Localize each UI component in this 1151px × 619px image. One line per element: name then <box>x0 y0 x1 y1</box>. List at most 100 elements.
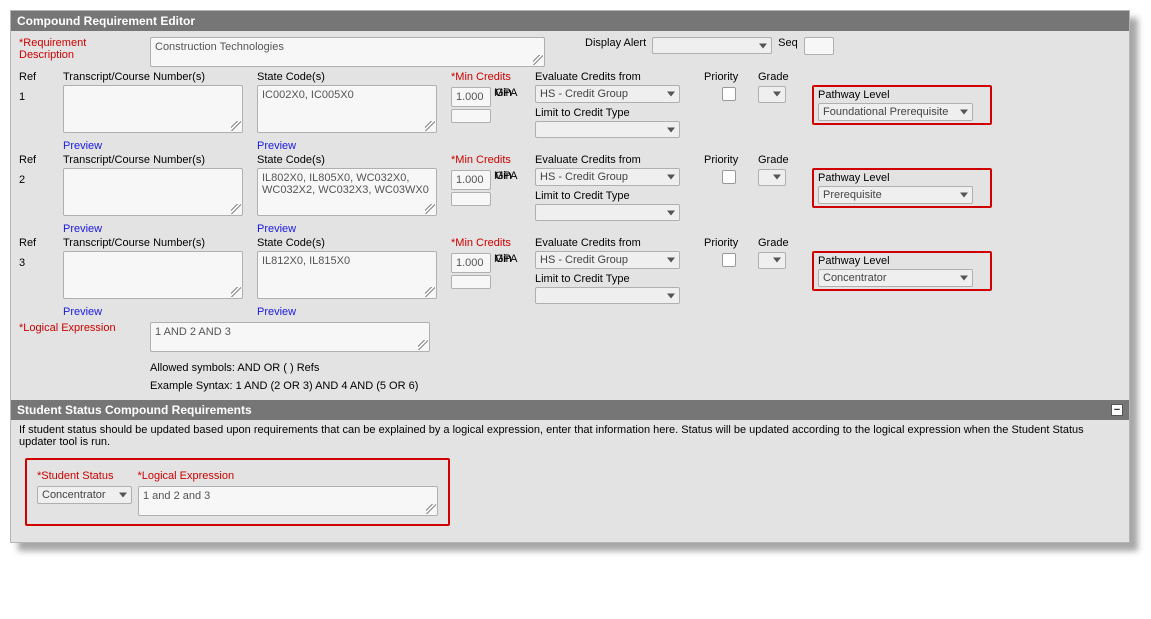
st-input-3[interactable]: IL812X0, IL815X0 <box>257 251 437 299</box>
seq-label: Seq <box>778 37 798 49</box>
preview-link-2b[interactable]: Preview <box>257 223 447 235</box>
col-ec: Evaluate Credits from <box>535 71 700 83</box>
editor-header: Compound Requirement Editor <box>11 11 1129 31</box>
chevron-down-icon <box>773 175 781 180</box>
gpa-input-3[interactable] <box>451 275 491 289</box>
ref-1: 1 <box>19 85 59 103</box>
pl-label-1: Pathway Level <box>818 89 986 101</box>
resize-handle-icon[interactable] <box>425 287 435 297</box>
grade-select-2[interactable] <box>758 169 786 186</box>
col-pr-3: Priority <box>704 237 754 249</box>
pathway-highlight-1: Pathway Level Foundational Prerequisite <box>812 85 992 125</box>
st-input-1[interactable]: IC002X0, IC005X0 <box>257 85 437 133</box>
status-desc: If student status should be updated base… <box>11 420 1129 452</box>
seq-input[interactable] <box>804 37 834 55</box>
ec-select-3[interactable]: HS - Credit Group <box>535 251 680 269</box>
preview-link-1b[interactable]: Preview <box>257 140 447 152</box>
resize-handle-icon[interactable] <box>425 121 435 131</box>
pathway-highlight-2: Pathway Level Prerequisite <box>812 168 992 208</box>
preview-link-3b[interactable]: Preview <box>257 306 447 318</box>
ref-3: 3 <box>19 251 59 269</box>
req-desc-label: *Requirement Description <box>19 37 144 61</box>
col-tc-2: Transcript/Course Number(s) <box>63 154 253 166</box>
col-st-2: State Code(s) <box>257 154 447 166</box>
st-input-2[interactable]: IL802X0, IL805X0, WC032X0, WC032X2, WC03… <box>257 168 437 216</box>
preview-link-2a[interactable]: Preview <box>63 223 253 235</box>
gpa-label-1: GPA <box>495 87 521 99</box>
chevron-down-icon <box>667 258 675 263</box>
tc-input-1[interactable] <box>63 85 243 133</box>
grade-select-3[interactable] <box>758 252 786 269</box>
col-gr: Grade <box>758 71 808 83</box>
col-ec-3: Evaluate Credits from <box>535 237 700 249</box>
collapse-icon[interactable]: − <box>1111 404 1123 416</box>
col-st: State Code(s) <box>257 71 447 83</box>
pathway-select-2[interactable]: Prerequisite <box>818 186 973 204</box>
pathway-highlight-3: Pathway Level Concentrator <box>812 251 992 291</box>
resize-handle-icon[interactable] <box>426 504 436 514</box>
preview-link-1a[interactable]: Preview <box>63 140 253 152</box>
status-logical-expr-input[interactable]: 1 and 2 and 3 <box>138 486 438 516</box>
ec-select-2[interactable]: HS - Credit Group <box>535 168 680 186</box>
lct-select-2[interactable] <box>535 204 680 221</box>
resize-handle-icon[interactable] <box>533 55 543 65</box>
gpa-input-1[interactable] <box>451 109 491 123</box>
min-credits-2[interactable]: 1.000 <box>451 170 491 190</box>
col-mc-2: *Min Credits <box>451 154 531 166</box>
col-tc: Transcript/Course Number(s) <box>63 71 253 83</box>
student-status-label: *Student Status <box>37 470 113 482</box>
chevron-down-icon <box>960 110 968 115</box>
pathway-select-3[interactable]: Concentrator <box>818 269 973 287</box>
allowed-symbols: Allowed symbols: AND OR ( ) Refs <box>150 362 319 374</box>
chevron-down-icon <box>773 258 781 263</box>
chevron-down-icon <box>667 175 675 180</box>
col-mc-3: *Min Credits <box>451 237 531 249</box>
chevron-down-icon <box>667 127 675 132</box>
lct-select-1[interactable] <box>535 121 680 138</box>
chevron-down-icon <box>960 193 968 198</box>
resize-handle-icon[interactable] <box>418 340 428 350</box>
display-alert-select[interactable] <box>652 37 772 54</box>
status-highlight: *Student Status *Logical Expression Conc… <box>25 458 450 526</box>
lct-select-3[interactable] <box>535 287 680 304</box>
editor-title: Compound Requirement Editor <box>17 14 195 28</box>
pathway-select-1[interactable]: Foundational Prerequisite <box>818 103 973 121</box>
tc-input-3[interactable] <box>63 251 243 299</box>
col-gr-2: Grade <box>758 154 808 166</box>
example-syntax: Example Syntax: 1 AND (2 OR 3) AND 4 AND… <box>150 380 418 392</box>
col-st-3: State Code(s) <box>257 237 447 249</box>
preview-link-3a[interactable]: Preview <box>63 306 253 318</box>
req-desc-input[interactable]: Construction Technologies <box>150 37 545 67</box>
status-logical-expr-label: *Logical Expression <box>137 470 234 482</box>
priority-checkbox-3[interactable] <box>722 253 736 267</box>
col-ref-2: Ref <box>19 154 59 166</box>
status-title: Student Status Compound Requirements <box>17 403 252 417</box>
col-mc: *Min Credits <box>451 71 531 83</box>
chevron-down-icon <box>759 43 767 48</box>
student-status-select[interactable]: Concentrator <box>37 486 132 504</box>
priority-checkbox-1[interactable] <box>722 87 736 101</box>
resize-handle-icon[interactable] <box>231 121 241 131</box>
col-pr: Priority <box>704 71 754 83</box>
grade-select-1[interactable] <box>758 86 786 103</box>
col-ec-2: Evaluate Credits from <box>535 154 700 166</box>
logical-expr-label: *Logical Expression <box>19 322 144 334</box>
col-ref: Ref <box>19 71 59 83</box>
tc-input-2[interactable] <box>63 168 243 216</box>
resize-handle-icon[interactable] <box>231 204 241 214</box>
status-header: Student Status Compound Requirements − <box>11 400 1129 420</box>
ref-2: 2 <box>19 168 59 186</box>
priority-checkbox-2[interactable] <box>722 170 736 184</box>
min-credits-3[interactable]: 1.000 <box>451 253 491 273</box>
chevron-down-icon <box>667 92 675 97</box>
gpa-input-2[interactable] <box>451 192 491 206</box>
resize-handle-icon[interactable] <box>425 204 435 214</box>
resize-handle-icon[interactable] <box>231 287 241 297</box>
chevron-down-icon <box>667 210 675 215</box>
min-credits-1[interactable]: 1.000 <box>451 87 491 107</box>
col-tc-3: Transcript/Course Number(s) <box>63 237 253 249</box>
logical-expr-input[interactable]: 1 AND 2 AND 3 <box>150 322 430 352</box>
ec-select-1[interactable]: HS - Credit Group <box>535 85 680 103</box>
lct-label-1: Limit to Credit Type <box>535 107 700 119</box>
col-gr-3: Grade <box>758 237 808 249</box>
